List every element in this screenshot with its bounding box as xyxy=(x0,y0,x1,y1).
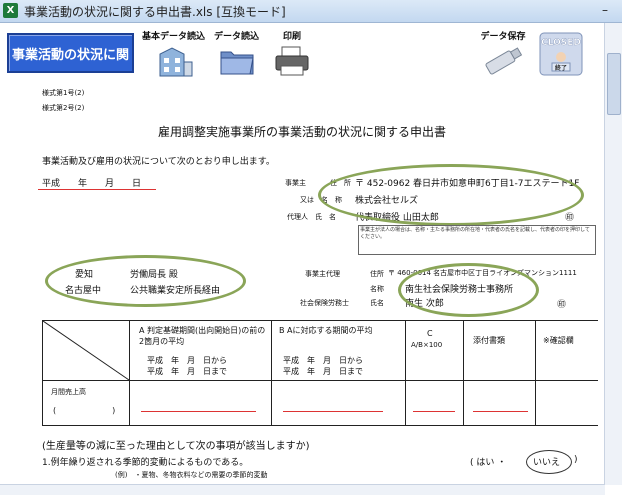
no-option[interactable]: いいえ xyxy=(533,455,560,468)
basic-data-load-button[interactable]: 基本データ読込 xyxy=(142,29,205,78)
print-label: 印刷 xyxy=(282,32,301,42)
excel-icon: X xyxy=(3,3,18,18)
sales-table: A 判定基礎期間(出向開始日)の前の2箇月の平均 平成 年 月 日から 平成 年… xyxy=(42,320,598,426)
value-c-underline xyxy=(413,411,455,412)
question-item-1: 1.例年繰り返される季節的変動によるものである。 xyxy=(42,458,249,468)
date-underline xyxy=(38,189,156,190)
col-b-header: B Aに対応する期間の平均 xyxy=(279,326,373,335)
form-number-2: 様式第2号(2) xyxy=(42,104,85,112)
printer-icon xyxy=(275,46,309,76)
col-d-header: 添付書類 xyxy=(473,336,505,345)
col-a-header: A 判定基礎期間(出向開始日)の前の2箇月の平均 xyxy=(139,326,266,346)
question-text: (生産量等の減に至った理由として次の事項が該当しますか) xyxy=(42,441,310,452)
date-field[interactable]: 平成 年 月 日 xyxy=(42,176,141,189)
representative-label: 代理人 氏 名 xyxy=(287,213,336,221)
folder-icon xyxy=(220,51,254,75)
form-title: 雇用調整実施事業所の事業活動の状況に関する申出書 xyxy=(158,125,447,139)
worksheet: 様式第1号(2) 様式第2号(2) 雇用調整実施事業所の事業活動の状況に関する申… xyxy=(0,85,598,485)
answer-group: ( はい ・ xyxy=(470,458,507,468)
basic-data-load-label: 基本データ読込 xyxy=(142,32,206,42)
vertical-scrollbar[interactable] xyxy=(604,23,622,485)
col-e-header: ※確認欄 xyxy=(543,336,574,345)
data-save-label: データ保存 xyxy=(480,32,526,42)
question-item-1-example: (例) ・夏物、冬物衣料などの需要の季節的変動 xyxy=(115,471,268,479)
intro-text: 事業活動及び雇用の状況について次のとおり申し出ます。 xyxy=(42,157,275,167)
row-label-sales: 月間売上高 xyxy=(51,388,86,396)
main-form-button[interactable]: 事業活動の状況に関 xyxy=(7,33,134,73)
answer-close-paren: ) xyxy=(574,455,578,465)
data-save-button[interactable]: データ保存 xyxy=(478,29,528,78)
note-box: 事業主が法人の場合は、名称・主たる事務所の所在地・代表者の氏名を記載し、代表者の… xyxy=(358,225,596,255)
form-number-1: 様式第1号(2) xyxy=(42,89,85,97)
highlight-oval-addressee xyxy=(45,255,246,307)
scroll-thumb[interactable] xyxy=(607,53,621,115)
diagonal-header xyxy=(43,321,130,381)
value-a-underline xyxy=(141,411,256,412)
closed-sign-icon: CLOSED 終了 xyxy=(539,32,583,76)
col-b-from[interactable]: 平成 年 月 日から xyxy=(283,355,363,366)
col-c-header: C xyxy=(427,329,433,338)
sharoushi-label: 社会保険労務士 xyxy=(300,299,349,307)
col-c-formula: A/B×100 xyxy=(411,341,443,349)
seal-mark: ㊞ xyxy=(565,213,575,223)
employer-label: 事業主 xyxy=(285,179,306,187)
close-app-button[interactable]: CLOSED 終了 xyxy=(538,29,584,79)
print-button[interactable]: 印刷 xyxy=(272,29,312,78)
highlight-oval-agent xyxy=(398,263,539,317)
horizontal-scrollbar[interactable] xyxy=(0,484,605,495)
row-paren[interactable]: ( ) xyxy=(53,405,115,416)
agent-address-label: 住所 xyxy=(370,270,384,278)
col-b-to[interactable]: 平成 年 月 日まで xyxy=(283,366,363,377)
yes-option[interactable]: はい xyxy=(476,458,494,468)
building-icon xyxy=(159,47,192,77)
closed-text: CLOSED xyxy=(541,38,581,48)
sharoushi-name-label: 氏名 xyxy=(370,299,384,307)
value-d-underline xyxy=(473,411,528,412)
title-bar: X 事業活動の状況に関する申出書.xls [互換モード] – xyxy=(0,0,622,23)
highlight-oval-employer xyxy=(318,164,584,226)
col-a-from[interactable]: 平成 年 月 日から xyxy=(147,355,227,366)
col-a-to[interactable]: 平成 年 月 日まで xyxy=(147,366,227,377)
separator-dot: ・ xyxy=(497,458,507,468)
data-load-button[interactable]: データ読込 xyxy=(214,29,259,78)
usb-drive-icon xyxy=(485,47,523,75)
agent-name-label: 名称 xyxy=(370,285,384,293)
agent-label: 事業主代理 xyxy=(305,270,340,278)
exit-text: 終了 xyxy=(555,64,567,72)
window-title: 事業活動の状況に関する申出書.xls [互換モード] xyxy=(24,5,286,19)
seal-mark-2: ㊞ xyxy=(557,300,567,310)
minimize-button[interactable]: – xyxy=(596,3,614,17)
value-b-underline xyxy=(283,411,383,412)
data-load-label: データ読込 xyxy=(214,32,260,42)
toolbar: 事業活動の状況に関 基本データ読込 データ読込 印刷 データ保存 CLOSED … xyxy=(0,23,622,85)
